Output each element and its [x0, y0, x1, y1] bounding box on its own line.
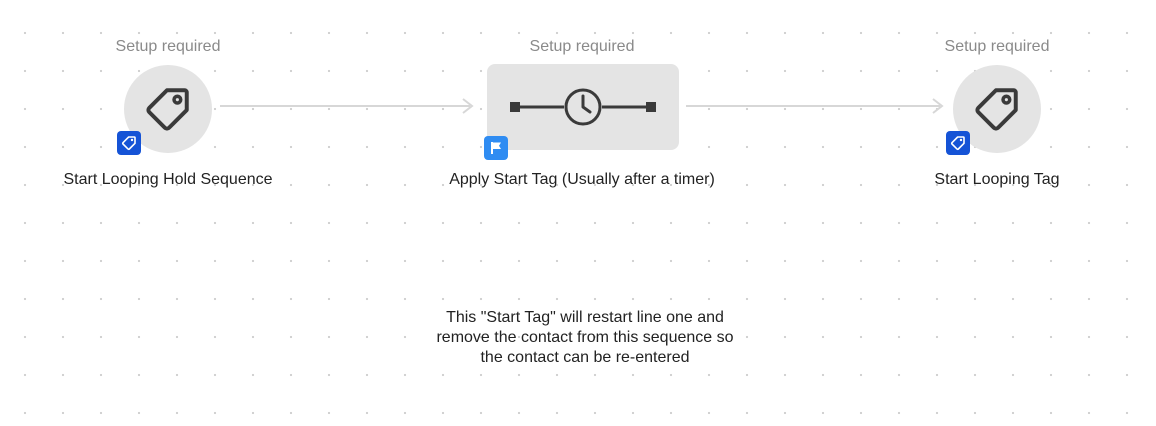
node-label: Start Looping Hold Sequence	[63, 171, 273, 188]
node-status: Setup required	[944, 38, 1050, 55]
canvas-note[interactable]: This "Start Tag" will restart line one a…	[385, 308, 785, 368]
node-status: Setup required	[115, 38, 221, 55]
node-label: Start Looping Tag	[934, 171, 1060, 188]
note-line: remove the contact from this sequence so	[436, 329, 734, 346]
flag-badge-icon	[484, 136, 508, 160]
node-status: Setup required	[529, 38, 635, 55]
tag-badge-icon	[946, 131, 970, 155]
tag-badge-icon	[117, 131, 141, 155]
timer-delay-icon	[510, 88, 656, 126]
tag-icon	[975, 88, 1018, 131]
tag-icon	[146, 88, 189, 131]
note-line: This "Start Tag" will restart line one a…	[446, 309, 724, 326]
node-label: Apply Start Tag (Usually after a timer)	[449, 171, 715, 188]
workflow-canvas[interactable]: Setup required Start Looping Hold Sequen…	[0, 0, 1156, 426]
node-icon-box[interactable]	[487, 64, 679, 150]
connector-2	[686, 98, 944, 114]
connector-1	[220, 98, 474, 114]
note-line: the contact can be re-entered	[480, 349, 690, 366]
